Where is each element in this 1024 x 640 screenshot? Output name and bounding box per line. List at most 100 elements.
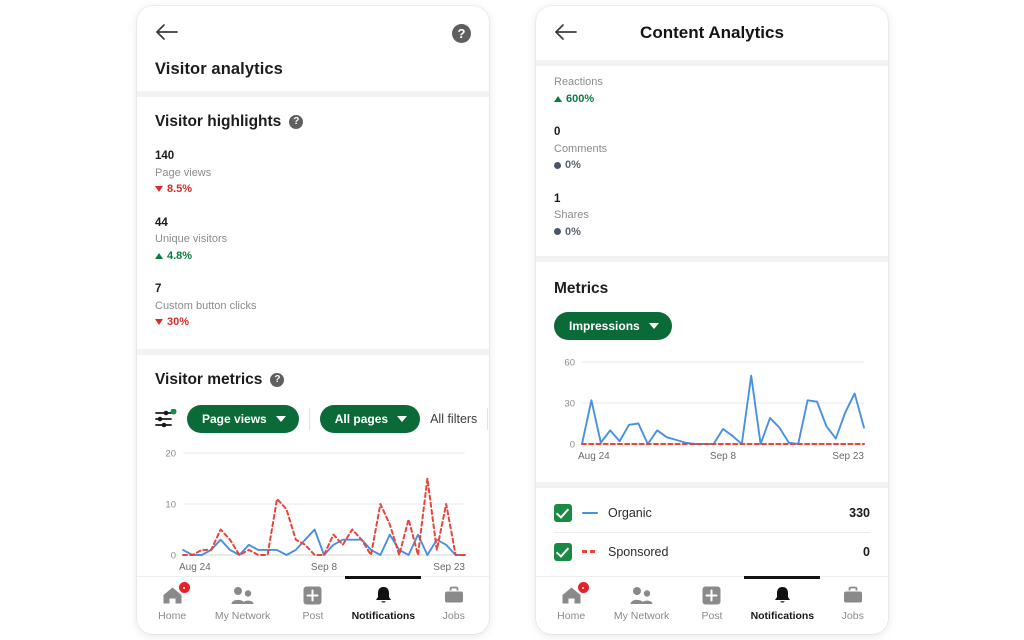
metrics-filter-bar: Impressions [554,312,870,341]
impressions-chart: 0 30 60 Aug 24 Sep 8 Sep 23 [554,356,870,464]
svg-text:Sep 8: Sep 8 [311,562,338,573]
help-circle-icon[interactable]: ? [270,372,285,387]
stat-delta-value: 4.8% [167,249,193,262]
briefcase-icon [444,585,464,605]
nav-item-notifications[interactable]: Notifications [345,576,422,622]
back-arrow-icon[interactable] [155,22,181,44]
active-tab-indicator [744,576,821,579]
all-pages-filter-pill[interactable]: All pages [319,404,421,433]
screenshot-stage: ? Visitor analytics Visitor highlights ?… [0,0,1024,640]
dot-icon [554,228,561,236]
chevron-down-icon [397,415,408,422]
nav-item-home[interactable]: Home [538,580,604,622]
visitor-metrics-label: Visitor metrics [155,370,263,388]
legend-label: Sponsored [608,544,669,559]
stat-delta: 8.5% [155,181,471,198]
stat-delta: 0% [554,224,870,241]
notification-badge [176,580,192,595]
visitor-metrics-title: Visitor metrics ? [155,371,471,389]
stat-delta: 600% [554,91,870,108]
briefcase-icon [843,585,863,605]
triangle-down-icon [155,319,163,326]
stat-value: 44 [155,216,168,229]
svg-text:60: 60 [564,358,575,369]
help-circle-icon[interactable]: ? [289,115,304,129]
triangle-down-icon [155,186,163,193]
stat-delta-value: 0% [565,225,581,238]
stat-custom-button-clicks: 7 Custom button clicks 30% [155,282,471,331]
bell-icon [374,585,393,605]
page-title: Content Analytics [640,23,784,42]
impressions-chart-svg: 0 30 60 Aug 24 Sep 8 Sep 23 [564,358,865,462]
stat-label: Custom button clicks [155,299,257,312]
all-filters-button[interactable]: All filters [430,412,477,426]
page-views-filter-pill[interactable]: Page views [187,404,299,433]
triangle-up-icon [554,95,562,102]
legend-row-organic[interactable]: Organic 330 [554,494,870,532]
pill-label: Impressions [569,319,640,334]
content-analytics-phone-panel: Content Analytics Reactions 600% 0 Comme… [536,6,888,634]
filter-sliders-icon[interactable] [155,408,177,429]
stat-value: 7 [155,283,162,296]
legend-row-sponsored[interactable]: Sponsored 0 [554,532,870,570]
legend-line-swatch [582,511,598,515]
help-circle-icon[interactable]: ? [452,23,471,43]
pill-label: All pages [334,411,389,426]
visitor-metrics-filter-bar: Page views All pages All filters [155,404,489,433]
left-bottom-nav: Home My Network Post Notifications Jobs [137,576,489,634]
nav-label: Jobs [841,610,864,622]
nav-label: My Network [613,610,670,622]
right-scroll-container[interactable]: Content Analytics Reactions 600% 0 Comme… [536,6,888,634]
stat-label: Comments [554,142,608,155]
triangle-up-icon [155,252,163,259]
stat-delta-value: 0% [565,159,581,172]
visitor-highlights-title: Visitor highlights ? [155,113,471,131]
nav-item-post[interactable]: Post [280,585,346,622]
checkbox-checked-icon[interactable] [554,542,572,561]
nav-item-notifications[interactable]: Notifications [744,576,821,622]
engagement-stats-card: Reactions 600% 0 Comments 0% 1 Shares 0% [536,66,888,257]
nav-item-home[interactable]: Home [139,580,205,622]
back-arrow-icon[interactable] [554,22,580,44]
stat-delta-value: 8.5% [167,183,193,196]
dot-icon [554,161,561,169]
legend-value: 0 [863,544,870,559]
metrics-legend-card: Organic 330 Sponsored 0 [536,488,888,583]
metrics-label: Metrics [554,280,609,298]
stat-label: Unique visitors [155,233,228,246]
svg-text:Aug 24: Aug 24 [578,451,610,462]
chevron-down-icon [648,323,659,330]
svg-text:0: 0 [171,550,176,561]
notification-badge [575,580,591,595]
left-scroll-container[interactable]: ? Visitor analytics Visitor highlights ?… [137,6,489,634]
nav-item-my-network[interactable]: My Network [210,585,276,622]
stat-label: Page views [155,166,212,179]
stat-delta-value: 30% [167,316,190,329]
nav-label: Home [158,610,187,622]
checkbox-checked-icon[interactable] [554,504,572,523]
left-header-card: ? Visitor analytics [137,6,489,91]
home-icon [162,580,192,605]
svg-text:10: 10 [165,499,176,510]
legend-label: Organic [608,506,652,521]
nav-item-post[interactable]: Post [679,585,745,622]
page-title: Visitor analytics [155,60,283,78]
stat-delta: 30% [155,314,471,331]
visitor-analytics-phone-panel: ? Visitor analytics Visitor highlights ?… [137,6,489,634]
divider [487,407,489,430]
stat-value: 1 [554,192,561,205]
chevron-down-icon [275,415,286,422]
stat-comments: 0 Comments 0% [554,125,870,174]
nav-label: Notifications [351,610,416,622]
impressions-filter-pill[interactable]: Impressions [554,312,672,341]
nav-item-jobs[interactable]: Jobs [820,585,886,622]
nav-item-jobs[interactable]: Jobs [421,585,487,622]
svg-text:Sep 23: Sep 23 [433,562,465,573]
nav-item-my-network[interactable]: My Network [609,585,675,622]
people-icon [630,585,653,605]
active-tab-indicator [345,576,422,579]
stat-reactions: Reactions 600% [554,74,870,107]
stat-shares: 1 Shares 0% [554,192,870,241]
right-bottom-nav: Home My Network Post Notifications Jobs [536,576,888,634]
visitor-highlights-label: Visitor highlights [155,113,282,130]
